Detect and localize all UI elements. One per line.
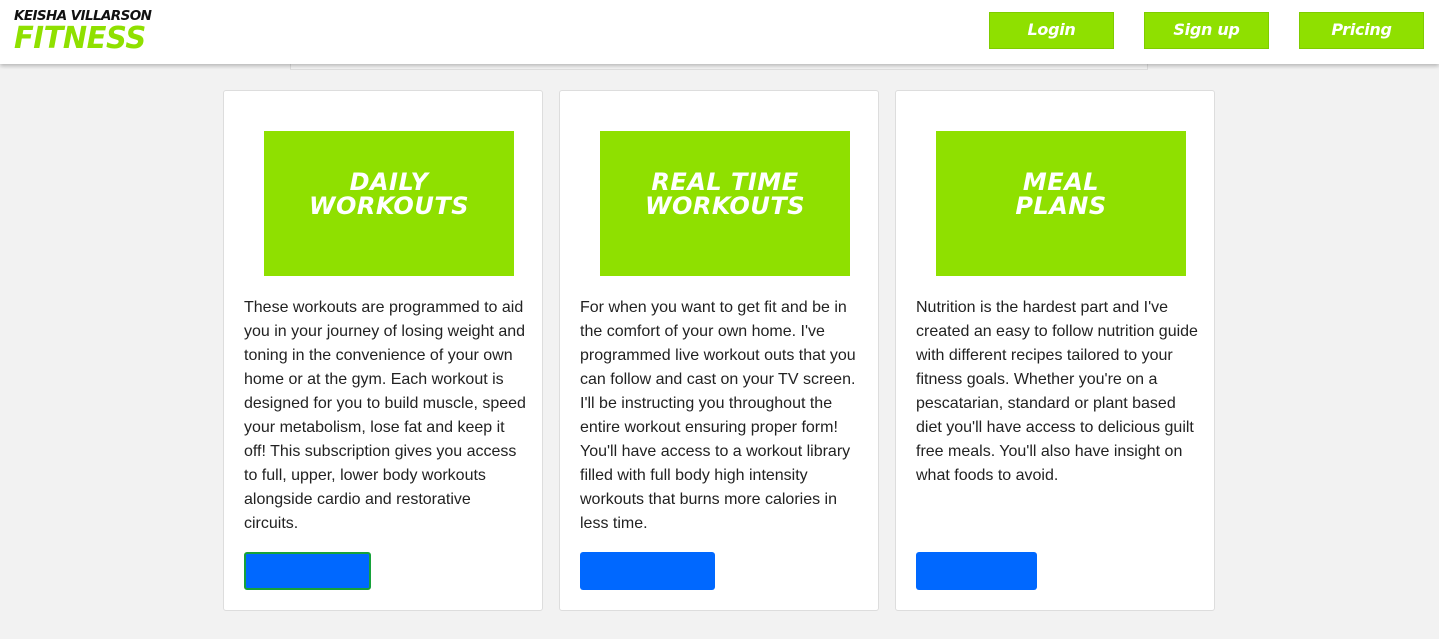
banner-title-line: WORKOUTS xyxy=(309,191,469,220)
card-description: These workouts are programmed to aid you… xyxy=(244,299,526,532)
real-time-workouts-button[interactable] xyxy=(580,552,715,590)
login-button[interactable]: Login xyxy=(989,12,1114,49)
card-banner: DAILY WORKOUTS xyxy=(264,131,514,276)
banner-title-line: REAL TIME xyxy=(651,167,799,196)
logo-fitness: FITNESS xyxy=(14,19,146,56)
card-meal-plans: MEAL PLANS Nutrition is the hardest part… xyxy=(895,90,1215,611)
card-banner: MEAL PLANS xyxy=(936,131,1186,276)
card-real-time-workouts: REAL TIME WORKOUTS For when you want to … xyxy=(559,90,879,611)
card-description: For when you want to get fit and be in t… xyxy=(580,299,856,532)
banner-title-line: PLANS xyxy=(1015,191,1107,220)
card-daily-workouts: DAILY WORKOUTS These workouts are progra… xyxy=(223,90,543,611)
pricing-button[interactable]: Pricing xyxy=(1299,12,1424,49)
site-header: KEISHA VILLARSON FITNESS Login Sign up P… xyxy=(0,0,1439,64)
card-banner: REAL TIME WORKOUTS xyxy=(600,131,850,276)
meal-plans-button[interactable] xyxy=(916,552,1037,590)
signup-button[interactable]: Sign up xyxy=(1144,12,1269,49)
card-description: Nutrition is the hardest part and I've c… xyxy=(916,299,1198,484)
daily-workouts-button[interactable] xyxy=(244,552,371,590)
banner-title-line: DAILY xyxy=(349,167,429,196)
site-logo[interactable]: KEISHA VILLARSON FITNESS xyxy=(14,9,152,56)
banner-title-line: WORKOUTS xyxy=(645,191,805,220)
banner-title-line: MEAL xyxy=(1022,167,1100,196)
